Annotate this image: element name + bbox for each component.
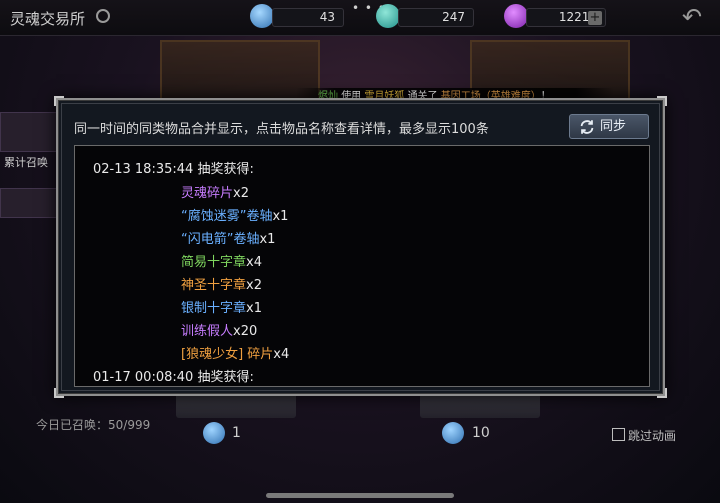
item-name[interactable]: 银制十字章 <box>181 301 246 316</box>
refresh-icon <box>580 120 594 134</box>
entry-label: 抽奖获得: <box>197 162 254 177</box>
purple-m-icon <box>504 4 528 28</box>
item-qty: x1 <box>272 209 289 224</box>
summon-coin-icon <box>442 422 464 444</box>
back-arrow-icon[interactable]: ↶ <box>676 4 708 30</box>
item-qty: x1 <box>246 301 262 316</box>
skip-animation-checkbox[interactable] <box>612 428 625 441</box>
add-currency-icon[interactable]: + <box>588 11 602 25</box>
corner-ornament <box>54 388 64 398</box>
list-item: 银制十字章x1 <box>181 297 262 316</box>
list-item: “闪电箭”卷轴x1 <box>181 228 275 247</box>
item-qty: x4 <box>273 347 290 362</box>
summon-coin-icon <box>203 422 225 444</box>
item-name[interactable]: “闪电箭”卷轴 <box>181 232 259 247</box>
list-item: “腐蚀迷雾”卷轴x1 <box>181 205 288 224</box>
list-item: 神圣十字章x2 <box>181 274 262 293</box>
item-name[interactable]: 灵魂碎片 <box>181 186 233 201</box>
sync-label: 同步 <box>600 119 627 134</box>
item-qty: x2 <box>246 278 262 293</box>
item-name[interactable]: [狼魂少女] 碎片 <box>181 347 273 362</box>
item-qty: x20 <box>233 324 258 339</box>
cumulative-summon-label: 累计召唤 <box>4 156 48 169</box>
item-qty: x2 <box>233 186 249 201</box>
history-tile[interactable] <box>0 188 58 218</box>
history-list[interactable]: 02-13 18:35:44 抽奖获得: 灵魂碎片x2 “腐蚀迷雾”卷轴x1 “… <box>74 145 650 387</box>
corner-ornament <box>657 96 667 106</box>
list-item: [狼魂少女] 碎片x4 <box>181 343 289 362</box>
home-indicator <box>266 493 454 498</box>
list-item: 训练假人x20 <box>181 320 257 339</box>
item-name[interactable]: 神圣十字章 <box>181 278 246 293</box>
page-title: 灵魂交易所 <box>10 10 86 28</box>
list-item: 灵魂碎片x2 <box>181 182 249 201</box>
cumulative-summon-tile[interactable] <box>0 112 58 152</box>
item-name[interactable]: 简易十字章 <box>181 255 246 270</box>
summon-history-dialog: 同一时间的同类物品合并显示，点击物品名称查看详情，最多显示100条 同步 02-… <box>54 96 667 398</box>
corner-ornament <box>657 388 667 398</box>
item-name[interactable]: 训练假人 <box>181 324 233 339</box>
info-icon[interactable] <box>96 9 110 23</box>
resource-teal-orb: 247 <box>398 8 474 27</box>
entry-time: 01-17 00:08:40 <box>93 370 194 385</box>
entry-header: 02-13 18:35:44 抽奖获得: <box>93 158 254 177</box>
corner-ornament <box>54 96 64 106</box>
entry-header: 01-17 00:08:40 抽奖获得: <box>93 366 254 385</box>
blue-crystal-icon <box>250 4 274 28</box>
list-item: 简易十字章x4 <box>181 251 262 270</box>
item-qty: x1 <box>259 232 276 247</box>
entry-label: 抽奖获得: <box>197 370 254 385</box>
summon-cost-ten: 10 <box>472 425 490 441</box>
resource-blue-crystal: 43 <box>272 8 344 27</box>
dialog-hint-text: 同一时间的同类物品合并显示，点击物品名称查看详情，最多显示100条 <box>74 122 489 137</box>
summon-cost-one: 1 <box>232 425 241 441</box>
entry-time: 02-13 18:35:44 <box>93 162 194 177</box>
item-name[interactable]: “腐蚀迷雾”卷轴 <box>181 209 272 224</box>
sync-button[interactable]: 同步 <box>569 114 649 139</box>
item-qty: x4 <box>246 255 262 270</box>
daily-summon-count: 今日已召唤：50/999 <box>36 418 151 432</box>
skip-animation-label: 跳过动画 <box>628 429 677 443</box>
teal-orb-icon <box>376 4 400 28</box>
